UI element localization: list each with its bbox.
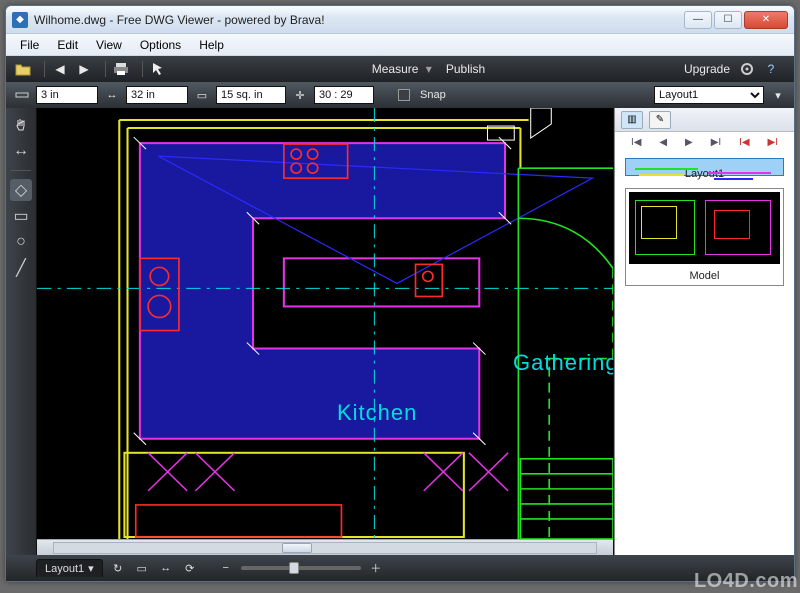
thumbnail-preview	[629, 192, 780, 264]
toolbar-measure: ↔ ▭ ✛ Snap Layout1 ▾	[6, 82, 794, 108]
tool-arrows[interactable]: ↔	[10, 140, 32, 162]
tool-circle[interactable]: ○	[10, 231, 32, 253]
publish-menu[interactable]: Publish	[444, 62, 487, 76]
measure-menu[interactable]: Measure	[370, 62, 421, 76]
panel-tab-markup[interactable]: ✎	[649, 111, 671, 129]
nav-last-icon[interactable]: ▶I	[707, 137, 725, 148]
label-gathering: Gathering	[513, 350, 613, 376]
refresh-icon[interactable]: ↻	[109, 559, 127, 577]
snap-checkbox[interactable]	[398, 89, 410, 101]
measure-field-3[interactable]	[216, 86, 286, 104]
right-panel-tabs: ▥ ✎	[615, 108, 794, 132]
measure-field-4[interactable]	[314, 86, 374, 104]
zoom-slider-thumb[interactable]	[289, 562, 299, 574]
fit-icon[interactable]: ▭	[133, 559, 151, 577]
drawing-canvas[interactable]: Kitchen Gathering	[37, 108, 613, 539]
titlebar: ◆ Wilhome.dwg - Free DWG Viewer - powere…	[6, 6, 794, 34]
status-bar: Layout1 ▾ ↻ ▭ ↔ ⟳ − ＋	[6, 555, 794, 581]
nav-next-icon[interactable]: ▶	[681, 137, 697, 148]
ratio-icon[interactable]: ✛	[292, 87, 308, 103]
zoom-control: − ＋	[217, 559, 385, 577]
tool-rect[interactable]: ▭	[10, 205, 32, 227]
menu-file[interactable]: File	[12, 36, 47, 54]
menu-help[interactable]: Help	[191, 36, 232, 54]
app-icon: ◆	[12, 12, 28, 28]
zoom-in-icon[interactable]: ＋	[367, 559, 385, 577]
print-icon[interactable]	[112, 60, 130, 78]
thumbnail-model[interactable]: Model	[625, 188, 784, 286]
measure-field-1[interactable]	[36, 86, 98, 104]
status-tab[interactable]: Layout1 ▾	[36, 559, 103, 577]
tool-line[interactable]: ╱	[10, 257, 32, 279]
canvas-area: Kitchen Gathering	[36, 108, 614, 555]
measure-field-2[interactable]	[126, 86, 188, 104]
dimension-icon[interactable]: ↔	[104, 87, 120, 103]
menu-view[interactable]: View	[88, 36, 130, 54]
panel-tab-thumbnails[interactable]: ▥	[621, 111, 643, 129]
next-icon[interactable]: ▶	[75, 60, 93, 78]
thumbnail-nav: I◀ ◀ ▶ ▶I I◀ ▶I	[615, 132, 794, 152]
open-icon[interactable]	[14, 60, 32, 78]
toolbar-center: Measure ▾ Publish	[173, 62, 684, 76]
menubar: File Edit View Options Help	[6, 34, 794, 56]
nav-first-icon[interactable]: I◀	[627, 137, 645, 148]
layout-select[interactable]: Layout1	[654, 86, 764, 104]
thumbnail-layout1[interactable]: Layout1	[625, 158, 784, 176]
menu-options[interactable]: Options	[132, 36, 189, 54]
separator	[142, 61, 143, 77]
zoom-out-icon[interactable]: −	[217, 559, 235, 577]
help-icon[interactable]: ?	[762, 60, 780, 78]
body: ↔ ◇ ▭ ○ ╱	[6, 108, 794, 555]
label-kitchen: Kitchen	[337, 400, 417, 426]
app-window: ◆ Wilhome.dwg - Free DWG Viewer - powere…	[5, 5, 795, 582]
right-panel: ▥ ✎ I◀ ◀ ▶ ▶I I◀ ▶I Lay	[614, 108, 794, 555]
menu-edit[interactable]: Edit	[49, 36, 86, 54]
tool-select[interactable]: ◇	[10, 179, 32, 201]
drawing-svg	[37, 108, 613, 539]
area-icon[interactable]: ▭	[194, 87, 210, 103]
pointer-icon[interactable]	[149, 60, 167, 78]
nav-stop-next-icon[interactable]: ▶I	[764, 137, 782, 148]
dropdown-icon[interactable]: ▾	[424, 62, 434, 76]
window-title: Wilhome.dwg - Free DWG Viewer - powered …	[34, 13, 682, 27]
divider	[11, 170, 31, 171]
nav-prev-icon[interactable]: ◀	[655, 137, 671, 148]
thumbnail-label: Model	[690, 270, 720, 282]
tool-pan[interactable]	[10, 114, 32, 136]
upgrade-link[interactable]: Upgrade	[684, 62, 730, 76]
ruler-icon[interactable]	[14, 87, 30, 103]
rotate-icon[interactable]: ⟳	[181, 559, 199, 577]
fitwidth-icon[interactable]: ↔	[157, 559, 175, 577]
close-button[interactable]: ✕	[744, 11, 788, 29]
chevron-down-icon[interactable]: ▾	[770, 87, 786, 103]
separator	[44, 61, 45, 77]
minimize-button[interactable]: —	[684, 11, 712, 29]
scroll-thumb[interactable]	[282, 543, 312, 553]
status-tab-label: Layout1	[45, 563, 84, 575]
scroll-track[interactable]	[53, 542, 597, 554]
separator	[105, 61, 106, 77]
toolbar-primary: ◀ ▶ Measure ▾ Publish Upgrade ?	[6, 56, 794, 82]
maximize-button[interactable]: ☐	[714, 11, 742, 29]
thumbnail-list: Layout1 Model	[615, 152, 794, 555]
settings-icon[interactable]	[738, 60, 756, 78]
zoom-slider[interactable]	[241, 566, 361, 570]
snap-label: Snap	[420, 89, 446, 101]
nav-stop-prev-icon[interactable]: I◀	[735, 137, 753, 148]
tool-strip: ↔ ◇ ▭ ○ ╱	[6, 108, 36, 555]
chevron-down-icon[interactable]: ▾	[88, 562, 94, 575]
prev-icon[interactable]: ◀	[51, 60, 69, 78]
horizontal-scrollbar[interactable]	[37, 539, 613, 555]
